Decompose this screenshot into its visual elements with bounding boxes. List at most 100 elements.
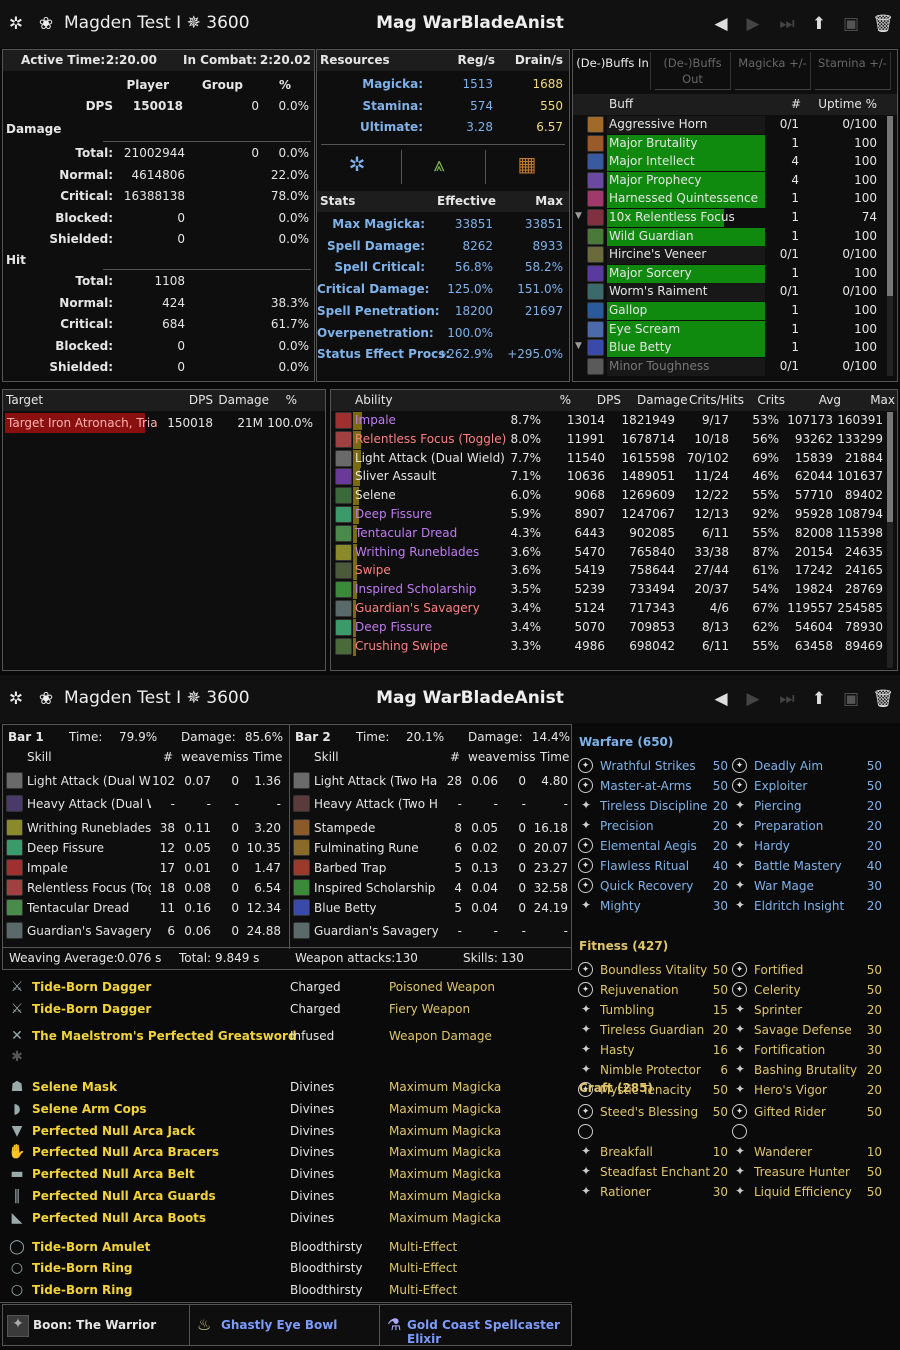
skill-row[interactable]: Inspired Scholarship 4 0.04 0 32.58: [290, 878, 573, 899]
expand-icon[interactable]: ▼: [575, 341, 582, 351]
last-icon[interactable]: ⏭: [774, 686, 800, 712]
cp-star[interactable]: ✦ Exploiter 50: [574, 776, 898, 797]
skill-row[interactable]: Guardian's Savagery 6 0.06 0 24.88: [3, 921, 288, 942]
cp-star[interactable]: ✦ Hardy 20: [574, 836, 898, 857]
ability-row[interactable]: Guardian's Savagery 3.4% 5124 717343 4/6 67% 1…: [331, 600, 897, 618]
cp-star[interactable]: ✦ Savage Defense 30: [574, 1020, 898, 1041]
cp-star[interactable]: ✦ Sprinter 20: [574, 1000, 898, 1021]
cp-star[interactable]: ✦ Preparation 20: [574, 816, 898, 837]
ability-row[interactable]: Selene 6.0% 9068 1269609 12/22 55% 57710 89402: [331, 487, 897, 506]
ability-row[interactable]: Crushing Swipe 3.3% 4986 698042 6/11 55% 63458…: [331, 637, 897, 656]
skill-row[interactable]: Stampede 8 0.05 0 16.18: [290, 818, 573, 839]
ability-row[interactable]: Light Attack (Dual Wield) 7.7% 11540 161559…: [331, 449, 897, 468]
skill-row[interactable]: Writhing Runeblades 38 0.11 0 3.20: [3, 818, 288, 839]
buff-row[interactable]: 10x Relentless Focus 1 74 ▼: [573, 209, 897, 227]
cp-star[interactable]: ✦ Celerity 50: [574, 980, 898, 1001]
buff-row[interactable]: Major Sorcery 1 100: [573, 264, 897, 283]
buff-row[interactable]: Worm's Raiment 0/1 0/100: [573, 283, 897, 302]
ability-row[interactable]: Tentacular Dread 4.3% 6443 902085 6/11 55% 820…: [331, 524, 897, 543]
skill-row[interactable]: Barbed Trap 5 0.13 0 23.27: [290, 858, 573, 879]
expand-icon[interactable]: ▼: [575, 211, 582, 221]
buffs-tab-1[interactable]: (De-)Buffs Out: [655, 52, 731, 90]
cp-star[interactable]: ✦ Fortified 50: [574, 960, 898, 981]
prev-icon[interactable]: ◀: [708, 686, 734, 712]
gear-row[interactable]: ‖ Perfected Null Arca Guards Divines Maximu…: [0, 1186, 574, 1207]
buff-row[interactable]: Major Brutality 1 100: [573, 134, 897, 153]
next-icon[interactable]: ▶: [740, 686, 766, 712]
next-icon[interactable]: ▶: [740, 11, 766, 37]
ability-row[interactable]: Swipe 3.6% 5419 758644 27/44 61% 17242 24165: [331, 562, 897, 581]
settings-icon[interactable]: ✲: [4, 12, 28, 36]
buff-row[interactable]: Minor Toughness 0/1 0/100: [573, 357, 897, 376]
upload-icon[interactable]: ⬆: [806, 11, 832, 37]
ability-row[interactable]: Deep Fissure 5.9% 8907 1247067 12/13 92% 95928…: [331, 506, 897, 524]
settings-icon[interactable]: ✲: [4, 687, 28, 711]
trash-icon[interactable]: 🗑: [870, 11, 896, 37]
ability-row[interactable]: Relentless Focus (Toggle) 8.0% 11991 167871…: [331, 430, 897, 449]
cp-star[interactable]: ✦ Bashing Brutality 20: [574, 1060, 898, 1081]
buff-row[interactable]: Major Intellect 4 100: [573, 153, 897, 172]
skill-row[interactable]: Relentless Focus (Tog 18 0.08 0 6.54: [3, 878, 288, 899]
cp-star[interactable]: ✦ Piercing 20: [574, 796, 898, 817]
gear-row[interactable]: ⚔ Tide-Born Dagger Charged Fiery Weapon: [0, 999, 574, 1020]
skill-row[interactable]: Heavy Attack (Two Ha - - - -: [290, 794, 573, 815]
cp-star[interactable]: ✦ Deadly Aim 50: [574, 756, 898, 777]
gear-row[interactable]: ✕ The Maelstrom's Perfected Greatsword Inf…: [0, 1026, 574, 1047]
gear-row[interactable]: ◣ Perfected Null Arca Boots Divines Maximum…: [0, 1208, 574, 1229]
buffs-tab-3[interactable]: Stamina +/-: [815, 52, 891, 90]
gear-row[interactable]: ◯ Tide-Born Amulet Bloodthirsty Multi-Effec…: [0, 1237, 574, 1258]
gear-row[interactable]: ✋ Perfected Null Arca Bracers Divines Maxim…: [0, 1142, 574, 1163]
buff-row[interactable]: Eye Scream 1 100: [573, 320, 897, 339]
cp-star[interactable]: ✦ War Mage 30: [574, 876, 898, 897]
skill-row[interactable]: Guardian's Savagery - - - -: [290, 921, 573, 942]
ability-row[interactable]: Writhing Runeblades 3.6% 5470 765840 33/38 87…: [331, 543, 897, 562]
target-row[interactable]: Target Iron Atronach, Tria 150018 21M 10…: [3, 413, 325, 434]
buffs-tab-0[interactable]: (De-)Buffs In: [575, 52, 651, 90]
cp-star[interactable]: [574, 1122, 898, 1143]
buff-row[interactable]: Hircine's Veneer 0/1 0/100: [573, 246, 897, 265]
gear-row[interactable]: ⚔ Tide-Born Dagger Charged Poisoned Weapon: [0, 977, 574, 998]
gear-row[interactable]: ○ Tide-Born Ring Bloodthirsty Multi-Effect: [0, 1280, 574, 1301]
health-icon[interactable]: ▦: [515, 152, 539, 176]
gear-row[interactable]: ▼ Perfected Null Arca Jack Divines Maximum …: [0, 1121, 574, 1142]
save-icon[interactable]: ▣: [838, 11, 864, 37]
buff-row[interactable]: Aggressive Horn 0/1 0/100: [573, 116, 897, 134]
buff-row[interactable]: Harnessed Quintessence 1 100: [573, 190, 897, 209]
cp-star[interactable]: ✦ Fortification 30: [574, 1040, 898, 1061]
prev-icon[interactable]: ◀: [708, 11, 734, 37]
skill-row[interactable]: Heavy Attack (Dual Wi - - - -: [3, 794, 288, 815]
skill-row[interactable]: Light Attack (Dual Wiel 102 0.07 0 1.36: [3, 771, 288, 792]
buff-scrollbar[interactable]: [887, 116, 893, 376]
stamina-icon[interactable]: ⩓: [427, 152, 451, 176]
ability-scrollbar[interactable]: [887, 412, 893, 668]
ability-row[interactable]: Deep Fissure 3.4% 5070 709853 8/13 62% 54604 78…: [331, 618, 897, 637]
cp-star[interactable]: ✦ Liquid Efficiency 50: [574, 1182, 898, 1203]
magicka-icon[interactable]: ✲: [345, 152, 369, 176]
ability-row[interactable]: Sliver Assault 7.1% 10636 1489051 11/24 46% 62…: [331, 468, 897, 487]
buff-row[interactable]: Major Prophecy 4 100: [573, 171, 897, 190]
cp-star[interactable]: ✦ Gifted Rider 50: [574, 1102, 898, 1123]
upload-icon[interactable]: ⬆: [806, 686, 832, 712]
trash-icon[interactable]: 🗑: [870, 686, 896, 712]
gear-row[interactable]: ◗ Selene Arm Cops Divines Maximum Magicka: [0, 1099, 574, 1120]
skill-row[interactable]: Fulminating Rune 6 0.02 0 20.07: [290, 838, 573, 859]
skill-row[interactable]: Tentacular Dread 11 0.16 0 12.34: [3, 898, 288, 919]
last-icon[interactable]: ⏭: [774, 11, 800, 37]
cp-star[interactable]: ✦ Wanderer 10: [574, 1142, 898, 1163]
ability-row[interactable]: Inspired Scholarship 3.5% 5239 733494 20/37 5…: [331, 581, 897, 600]
skill-row[interactable]: Impale 17 0.01 0 1.47: [3, 858, 288, 879]
ability-row[interactable]: Impale 8.7% 13014 1821949 9/17 53% 107173 16039…: [331, 412, 897, 430]
buff-row[interactable]: Wild Guardian 1 100: [573, 227, 897, 246]
buff-row[interactable]: Gallop 1 100: [573, 302, 897, 320]
gear-row[interactable]: ☗ Selene Mask Divines Maximum Magicka: [0, 1077, 574, 1098]
gear-row[interactable]: ▬ Perfected Null Arca Belt Divines Maximum …: [0, 1164, 574, 1185]
cp-star[interactable]: ✦ Eldritch Insight 20: [574, 896, 898, 917]
cp-star[interactable]: ✦ Battle Mastery 40: [574, 856, 898, 877]
gear-row[interactable]: ○ Tide-Born Ring Bloodthirsty Multi-Effect: [0, 1258, 574, 1279]
buff-row[interactable]: Blue Betty 1 100 ▼: [573, 339, 897, 358]
cp-star[interactable]: ✦ Treasure Hunter 50: [574, 1162, 898, 1183]
save-icon[interactable]: ▣: [838, 686, 864, 712]
skill-row[interactable]: Deep Fissure 12 0.05 0 10.35: [3, 838, 288, 859]
skill-row[interactable]: Blue Betty 5 0.04 0 24.19: [290, 898, 573, 919]
skill-row[interactable]: Light Attack (Two Han 28 0.06 0 4.80: [290, 771, 573, 792]
